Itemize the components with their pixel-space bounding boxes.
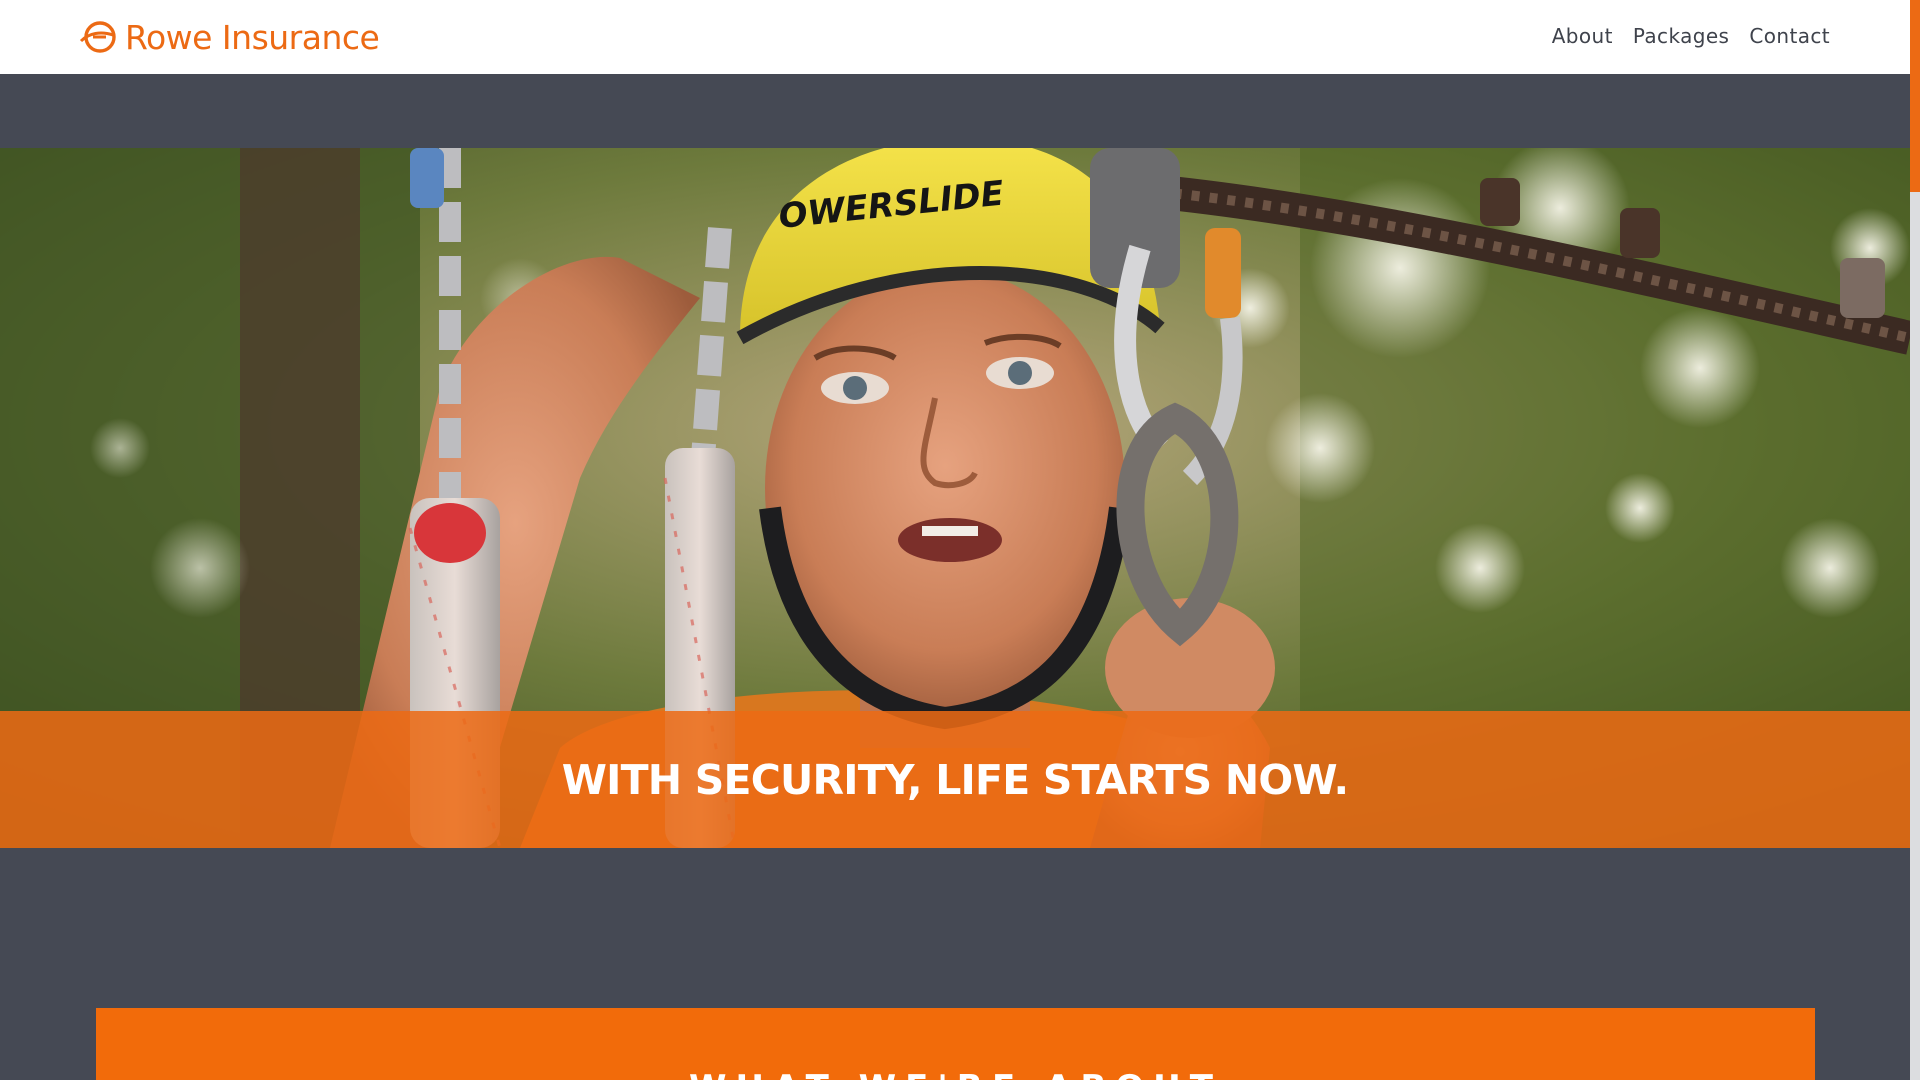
site-header: Rowe Insurance About Packages Contact <box>0 0 1910 74</box>
page: Rowe Insurance About Packages Contact OW… <box>0 0 1920 1080</box>
brand-name: Rowe Insurance <box>125 17 380 57</box>
hero-banner: OWERSLIDE WITH SECURITY, LIFE STARTS NOW… <box>0 148 1910 848</box>
nav-contact[interactable]: Contact <box>1749 24 1830 48</box>
nav-packages[interactable]: Packages <box>1633 24 1730 48</box>
hero-headline: WITH SECURITY, LIFE STARTS NOW. <box>561 755 1349 804</box>
hero-headline-band: WITH SECURITY, LIFE STARTS NOW. <box>0 711 1910 848</box>
rowe-swirl-logo-icon <box>79 21 116 53</box>
page-scrollbar[interactable] <box>1910 0 1920 1080</box>
main-nav: About Packages Contact <box>1552 24 1830 48</box>
about-title: WHAT WE'RE ABOUT <box>96 1068 1815 1080</box>
about-section: WHAT WE'RE ABOUT <box>96 1008 1815 1080</box>
scrollbar-thumb[interactable] <box>1910 0 1920 192</box>
logo-link[interactable]: Rowe Insurance <box>79 17 380 57</box>
nav-about[interactable]: About <box>1552 24 1613 48</box>
